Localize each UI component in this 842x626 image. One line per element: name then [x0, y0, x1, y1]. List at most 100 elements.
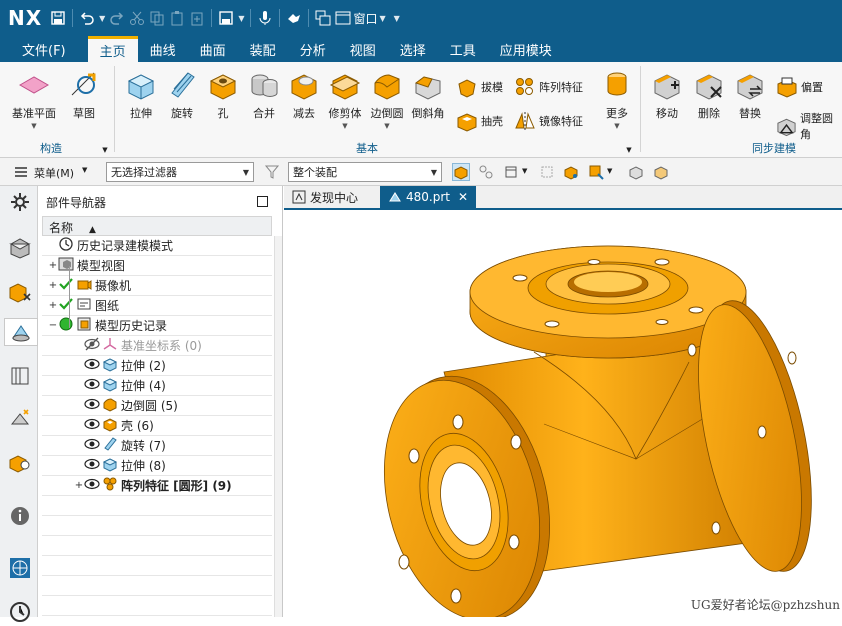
column-header-name[interactable]: 名称 ▲ — [42, 216, 272, 236]
switch-window-icon[interactable] — [313, 6, 333, 30]
tab-view[interactable]: 视图 — [338, 36, 388, 62]
sketch-button[interactable]: 草图 — [67, 68, 101, 121]
roles-icon[interactable] — [6, 448, 34, 476]
touch-mode-icon[interactable] — [284, 6, 304, 30]
basic-group-expand-icon[interactable]: ▼ — [620, 141, 638, 159]
resize-blend-button[interactable]: 调整圆角 — [776, 110, 842, 142]
visible-check-icon[interactable] — [58, 296, 76, 315]
general-select-icon[interactable] — [502, 163, 520, 181]
web-browser-icon[interactable] — [6, 554, 34, 582]
menu-icon[interactable] — [12, 163, 30, 181]
edge-blend-button[interactable]: 边倒圆 ▼ — [370, 68, 404, 130]
snap-vertex-icon[interactable] — [538, 163, 556, 181]
mirror-feature-button[interactable]: 镜像特征 — [514, 110, 583, 132]
tab-analysis[interactable]: 分析 — [288, 36, 338, 62]
wireframe-icon[interactable] — [652, 163, 670, 181]
eye-icon[interactable] — [84, 416, 102, 435]
tab-home[interactable]: 主页 — [87, 36, 138, 62]
hidden-eye-icon[interactable] — [84, 336, 102, 355]
tree-row[interactable]: + 模型视图 — [42, 256, 272, 276]
paste-special-icon[interactable] — [187, 6, 207, 30]
undo-icon[interactable] — [77, 6, 97, 30]
datum-plane-dropdown-icon[interactable]: ▼ — [31, 122, 36, 130]
tree-row[interactable]: + 阵列特征 [圆形] (9) — [42, 476, 272, 496]
redo-icon[interactable] — [107, 6, 127, 30]
tree-row[interactable]: 拉伸 (4) — [42, 376, 272, 396]
tree-row[interactable]: 基准坐标系 (0) — [42, 336, 272, 356]
info-icon[interactable] — [6, 502, 34, 530]
customize-qat-icon[interactable]: ▼ — [394, 14, 400, 23]
offset-region-button[interactable]: 偏置 — [776, 76, 823, 98]
eye-icon[interactable] — [84, 456, 102, 475]
constraint-navigator-icon[interactable] — [6, 278, 34, 306]
window-icon[interactable] — [333, 6, 353, 30]
maximize-icon[interactable] — [257, 196, 268, 207]
datum-plane-button[interactable]: 基准平面 ▼ — [12, 68, 56, 130]
unite-button[interactable]: 合并 — [247, 68, 281, 121]
tab-discovery-center[interactable]: 发现中心 — [284, 186, 366, 208]
tree-row[interactable]: 边倒圆 (5) — [42, 396, 272, 416]
more-dropdown-icon[interactable]: ▼ — [614, 122, 619, 130]
delete-face-button[interactable]: 删除 — [692, 68, 726, 121]
snap-point-icon[interactable] — [587, 163, 605, 181]
eye-icon[interactable] — [84, 396, 102, 415]
tree-row[interactable]: 拉伸 (8) — [42, 456, 272, 476]
select-feature-icon[interactable] — [452, 163, 470, 181]
file-menu[interactable]: 文件(F) — [10, 36, 78, 62]
draft-button[interactable]: 拔模 — [456, 76, 503, 98]
undo-dropdown-icon[interactable]: ▼ — [99, 14, 105, 23]
visible-check-icon[interactable] — [58, 276, 76, 295]
menu-dropdown-icon[interactable]: ▼ — [82, 166, 87, 174]
trim-body-button[interactable]: 修剪体 ▼ — [328, 68, 362, 130]
close-tab-icon[interactable]: ✕ — [458, 190, 468, 204]
microphone-icon[interactable] — [255, 6, 275, 30]
eye-icon[interactable] — [84, 436, 102, 455]
tree-row[interactable]: 旋转 (7) — [42, 436, 272, 456]
copy-icon[interactable] — [147, 6, 167, 30]
revolve-button[interactable]: 旋转 — [165, 68, 199, 121]
tree-row[interactable]: + 图纸 — [42, 296, 272, 316]
pattern-feature-button[interactable]: 阵列特征 — [514, 76, 583, 98]
trim-body-dropdown-icon[interactable]: ▼ — [342, 122, 347, 130]
select-body-icon[interactable] — [562, 163, 580, 181]
show-hide-icon[interactable] — [627, 163, 645, 181]
expand-toggle[interactable]: + — [74, 480, 84, 491]
more-button[interactable]: 更多 ▼ — [600, 68, 634, 130]
hole-button[interactable]: 孔 — [206, 68, 240, 121]
extrude-button[interactable]: 拉伸 — [124, 68, 158, 121]
subtract-button[interactable]: 减去 — [287, 68, 321, 121]
tree-row[interactable]: 壳 (6) — [42, 416, 272, 436]
menu-button[interactable]: 菜单(M) — [34, 165, 74, 181]
tab-part-file[interactable]: 480.prt ✕ — [380, 186, 477, 208]
save-options-icon[interactable] — [216, 6, 236, 30]
tab-tools[interactable]: 工具 — [438, 36, 488, 62]
eye-icon[interactable] — [84, 476, 102, 495]
history-clock-icon[interactable] — [6, 598, 34, 626]
expand-toggle[interactable]: + — [48, 260, 58, 271]
construct-group-expand-icon[interactable]: ▼ — [96, 141, 114, 159]
paste-icon[interactable] — [167, 6, 187, 30]
save-dropdown-icon[interactable]: ▼ — [238, 14, 244, 23]
eye-icon[interactable] — [84, 376, 102, 395]
eye-icon[interactable] — [84, 356, 102, 375]
replace-face-button[interactable]: 替换 — [733, 68, 767, 121]
tee-pipe-model[interactable] — [284, 212, 842, 621]
tab-assembly[interactable]: 装配 — [238, 36, 288, 62]
expand-toggle[interactable]: − — [48, 320, 58, 331]
hd3d-tools-icon[interactable] — [6, 404, 34, 432]
shell-button[interactable]: 抽壳 — [456, 110, 503, 132]
expand-toggle[interactable]: + — [48, 300, 58, 311]
settings-gear-icon[interactable] — [6, 188, 34, 216]
tree-row[interactable]: 历史记录建模模式 — [42, 236, 272, 256]
snap-points-icon[interactable] — [477, 163, 495, 181]
scope-filter-select[interactable]: 整个装配 ▼ — [288, 162, 442, 182]
type-filter-select[interactable]: 无选择过滤器 ▼ — [106, 162, 254, 182]
tab-applications[interactable]: 应用模块 — [488, 36, 564, 62]
tab-surface[interactable]: 曲面 — [188, 36, 238, 62]
tree-row[interactable]: 拉伸 (2) — [42, 356, 272, 376]
navigator-scrollbar[interactable] — [274, 236, 282, 617]
save-icon[interactable] — [48, 6, 68, 30]
general-select-dropdown-icon[interactable]: ▼ — [522, 167, 527, 175]
reuse-library-icon[interactable] — [6, 362, 34, 390]
tree-row[interactable]: + 摄像机 — [42, 276, 272, 296]
